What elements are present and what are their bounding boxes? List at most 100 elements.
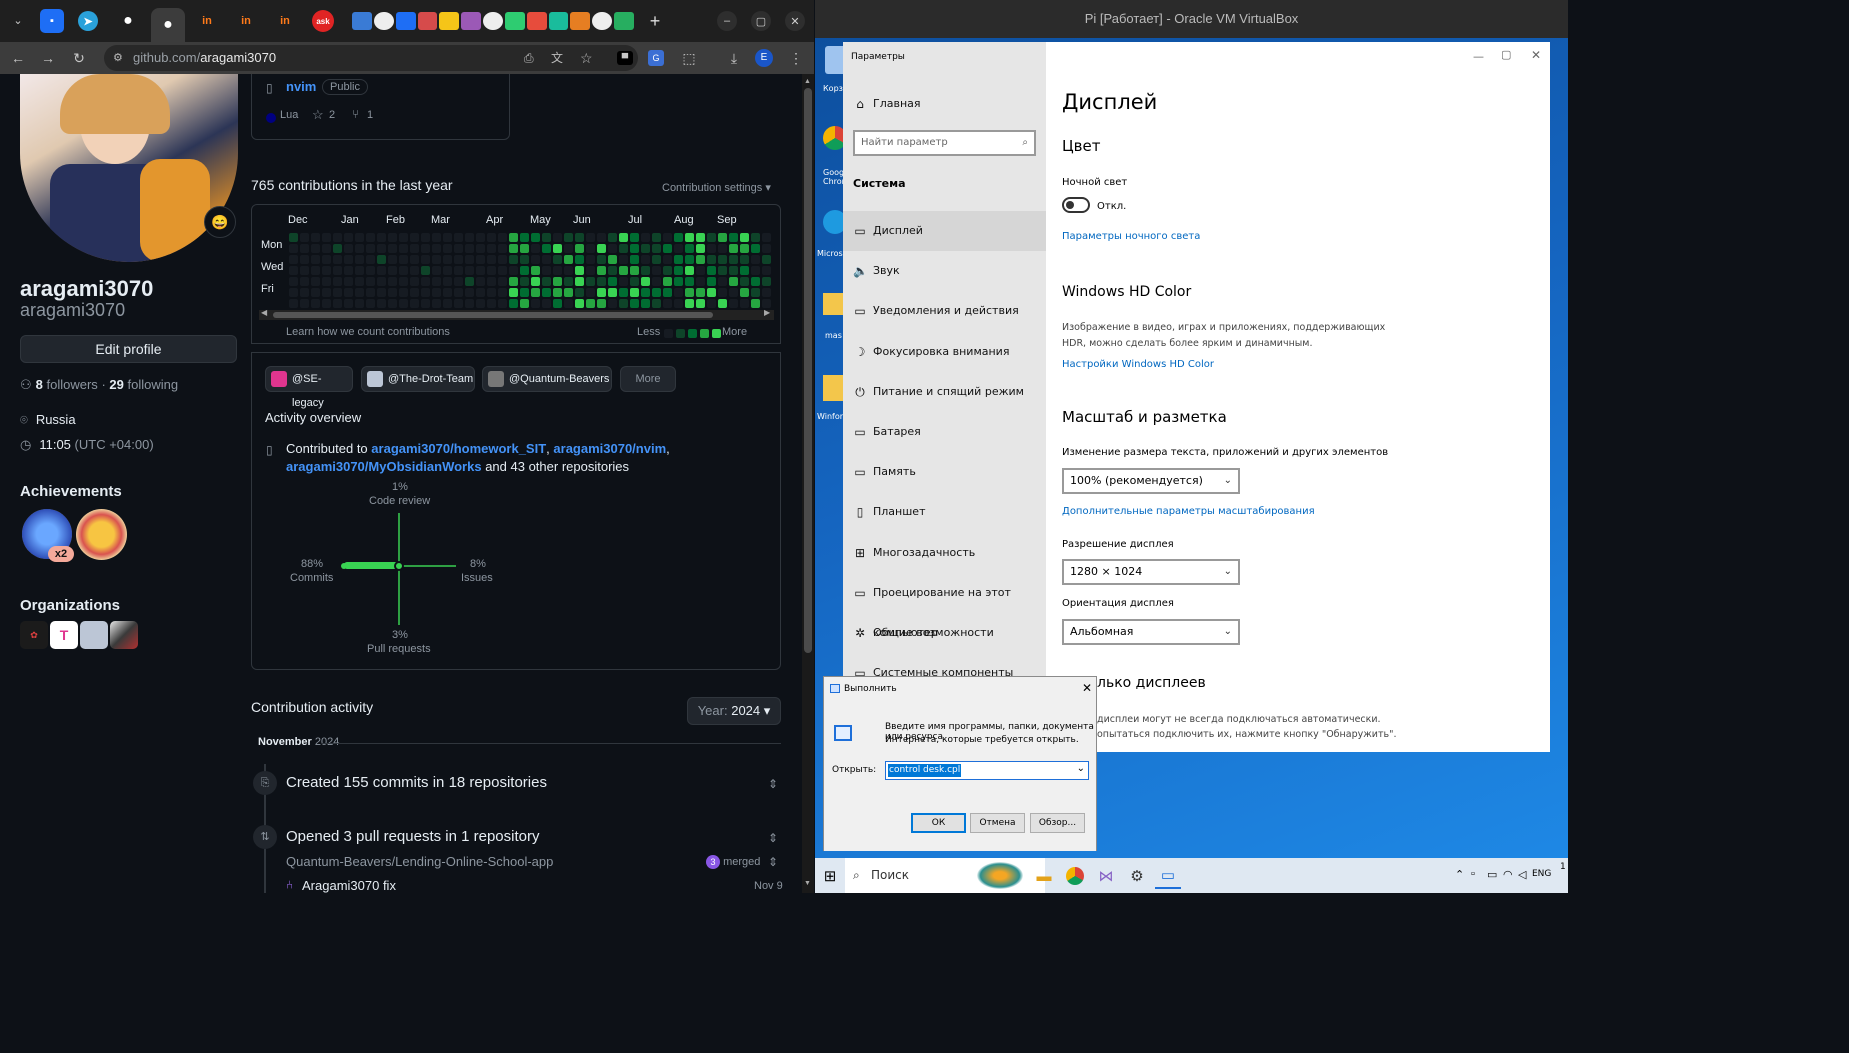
contribution-cell[interactable] [487,277,496,286]
contribution-cell[interactable] [476,288,485,297]
contribution-cell[interactable] [707,288,716,297]
contribution-cell[interactable] [454,266,463,275]
contribution-cell[interactable] [465,277,474,286]
contribution-cell[interactable] [509,266,518,275]
contribution-cell[interactable] [608,266,617,275]
contribution-cell[interactable] [333,233,342,242]
contribution-cell[interactable] [388,255,397,264]
org-avatar-drot-team[interactable]: T [50,621,78,649]
contribution-cell[interactable] [498,233,507,242]
contribution-cell[interactable] [421,288,430,297]
extensions-puzzle-icon[interactable]: ⬚ [679,48,699,68]
contribution-cell[interactable] [729,288,738,297]
contribution-cell[interactable] [586,277,595,286]
chrome-taskbar-icon[interactable] [1062,863,1088,889]
contribution-cell[interactable] [377,299,386,308]
contribution-cell[interactable] [509,255,518,264]
achievements-heading[interactable]: Achievements [20,483,122,500]
contribution-cell[interactable] [608,255,617,264]
contribution-cell[interactable] [333,299,342,308]
contribution-cell[interactable] [311,288,320,297]
chevron-down-icon[interactable]: ⌄ [1077,763,1085,774]
nav-item[interactable]: ▯ Планшет [843,492,1046,532]
contribution-cell[interactable] [531,255,540,264]
contribution-cell[interactable] [289,244,298,253]
contribution-cell[interactable] [696,255,705,264]
forks-count[interactable]: 1 [367,109,373,121]
contribution-cell[interactable] [685,288,694,297]
stars-icon[interactable]: ☆ [312,107,324,123]
contribution-cell[interactable] [311,233,320,242]
contribution-cell[interactable] [531,266,540,275]
contribution-cell[interactable] [641,277,650,286]
contribution-cell[interactable] [630,244,639,253]
contribution-cell[interactable] [608,299,617,308]
contribution-cell[interactable] [344,299,353,308]
contribution-cell[interactable] [663,233,672,242]
contribution-cell[interactable] [542,266,551,275]
contribution-cell[interactable] [696,277,705,286]
run-cancel-button[interactable]: Отмена [970,813,1025,833]
contribution-cell[interactable] [289,266,298,275]
contribution-cell[interactable] [718,255,727,264]
contribution-cell[interactable] [344,244,353,253]
contribution-cell[interactable] [564,277,573,286]
contribution-cell[interactable] [333,288,342,297]
contribution-cell[interactable] [322,277,331,286]
contribution-cell[interactable] [300,233,309,242]
tab-pinned-row[interactable] [352,12,634,30]
run-close[interactable]: ✕ [1082,681,1092,695]
new-tab-button[interactable]: + [645,11,665,31]
tray-battery-icon[interactable]: ▭ [1487,868,1497,881]
contribution-cell[interactable] [641,288,650,297]
contribution-cell[interactable] [300,288,309,297]
contribution-cell[interactable] [531,233,540,242]
activity-pr-summary[interactable]: Opened 3 pull requests in 1 repository [286,828,539,845]
contribution-cell[interactable] [707,299,716,308]
contribution-cell[interactable] [751,266,760,275]
contribution-cell[interactable] [531,288,540,297]
contribution-cell[interactable] [564,288,573,297]
contribution-cell[interactable] [685,299,694,308]
maximize-button[interactable]: ▢ [751,11,771,31]
contribution-cell[interactable] [476,233,485,242]
contribution-cell[interactable] [740,255,749,264]
contribution-cell[interactable] [399,233,408,242]
contribution-cell[interactable] [355,233,364,242]
contribution-cell[interactable] [476,277,485,286]
contribution-cell[interactable] [751,288,760,297]
bookmark-star-icon[interactable]: ☆ [580,45,593,71]
contribution-cell[interactable] [685,266,694,275]
contribution-cell[interactable] [696,288,705,297]
scale-dropdown[interactable]: 100% (рекомендуется) ⌄ [1062,468,1240,494]
scrollbar-thumb[interactable] [804,88,812,653]
taskbar-search[interactable]: ⌕ Поиск [845,858,1045,893]
contribution-cell[interactable] [410,233,419,242]
contribution-cell[interactable] [509,233,518,242]
contribution-cell[interactable] [630,266,639,275]
contribution-cell[interactable] [630,277,639,286]
contribution-cell[interactable] [366,255,375,264]
contribution-cell[interactable] [311,244,320,253]
contribution-cell[interactable] [344,255,353,264]
contribution-cell[interactable] [718,233,727,242]
pinned-repo-link[interactable]: nvim [286,79,316,94]
settings-close[interactable]: ✕ [1531,48,1541,62]
contribution-cell[interactable] [377,288,386,297]
contribution-cell[interactable] [465,288,474,297]
tray-chevron-icon[interactable]: ⌃ [1455,868,1464,881]
contribution-cell[interactable] [597,288,606,297]
contribution-cell[interactable] [399,299,408,308]
contribution-cell[interactable] [377,277,386,286]
close-button[interactable]: ✕ [785,11,805,31]
contribution-cell[interactable] [443,266,452,275]
contribution-cell[interactable] [355,244,364,253]
contribution-cell[interactable] [487,266,496,275]
contribution-cell[interactable] [597,244,606,253]
contribution-cell[interactable] [553,299,562,308]
contribution-cell[interactable] [509,299,518,308]
followers-link[interactable]: 8 followers [36,377,98,392]
contribution-cell[interactable] [300,277,309,286]
activity-commits-summary[interactable]: Created 155 commits in 18 repositories [286,774,547,791]
contribution-cell[interactable] [718,244,727,253]
